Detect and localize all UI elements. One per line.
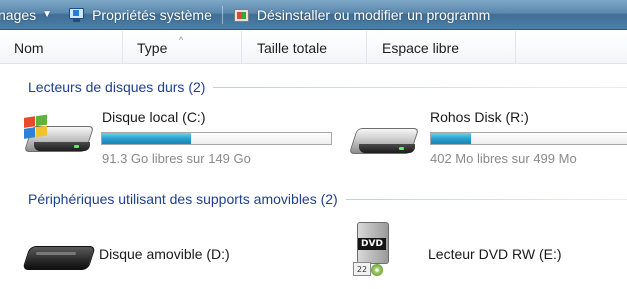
- toolbar-organize-label: nages: [0, 6, 37, 23]
- calendar-badge: 22: [353, 262, 371, 276]
- hard-disk-icon: [348, 118, 423, 162]
- drive-usage-fill-r: [431, 133, 471, 144]
- column-header-total-size[interactable]: Taille totale: [242, 31, 367, 64]
- uninstall-program-label: Désinstaller ou modifier un programm: [256, 6, 491, 23]
- toolbar-separator: [221, 5, 223, 24]
- system-properties-button[interactable]: Propriétés système: [64, 0, 216, 29]
- column-header-name-label: Nom: [14, 39, 44, 56]
- command-toolbar: nages ▼ Propriétés système Désinstaller …: [0, 0, 627, 30]
- group-title-hard-drives: Lecteurs de disques durs (2): [28, 79, 206, 95]
- column-header-total-size-label: Taille totale: [257, 39, 328, 56]
- system-properties-icon: [68, 7, 86, 23]
- drive-name-r: Rohos Disk (R:): [430, 109, 529, 125]
- dvd-badge: DVD: [358, 238, 386, 250]
- drive-tile-e[interactable]: DVD 22 Lecteur DVD RW (E:): [345, 218, 627, 289]
- toolbar-organize-button[interactable]: nages ▼: [0, 0, 64, 29]
- chevron-down-icon: ▼: [42, 9, 53, 20]
- group-header-removable[interactable]: Périphériques utilisant des supports amo…: [28, 189, 627, 209]
- hard-disk-windows-icon: [23, 114, 98, 160]
- uninstall-program-icon: [233, 7, 251, 23]
- uninstall-program-button[interactable]: Désinstaller ou modifier un programm: [229, 0, 494, 29]
- group-title-removable: Périphériques utilisant des supports amo…: [28, 191, 338, 207]
- column-header-free-space[interactable]: Espace libre: [367, 31, 516, 64]
- sort-ascending-icon: ^: [179, 35, 184, 45]
- drive-name-c: Disque local (C:): [102, 109, 206, 125]
- drive-usage-bar-r: [430, 132, 627, 145]
- drive-name-e: Lecteur DVD RW (E:): [428, 246, 562, 262]
- column-header-empty: [516, 31, 627, 64]
- drive-free-text-r: 402 Mo libres sur 499 Mo: [430, 151, 577, 166]
- drive-tile-d[interactable]: Disque amovible (D:): [0, 218, 340, 289]
- group-header-hard-drives[interactable]: Lecteurs de disques durs (2): [28, 77, 627, 97]
- drive-name-d: Disque amovible (D:): [99, 246, 230, 262]
- drive-usage-bar-c: [101, 132, 332, 145]
- system-properties-label: Propriétés système: [92, 6, 212, 23]
- column-header-name[interactable]: Nom: [0, 31, 123, 64]
- removable-disk-icon: [22, 236, 98, 280]
- column-header-type[interactable]: ^ Type: [123, 31, 242, 64]
- group-divider: [213, 86, 627, 88]
- drive-usage-fill-c: [102, 133, 192, 144]
- group-divider: [345, 198, 627, 200]
- drive-tile-r[interactable]: Rohos Disk (R:) 402 Mo libres sur 499 Mo: [345, 100, 627, 176]
- column-header-row: Nom ^ Type Taille totale Espace libre: [0, 31, 627, 64]
- column-header-type-label: Type: [137, 39, 168, 56]
- drive-tile-c[interactable]: Disque local (C:) 91.3 Go libres sur 149…: [0, 100, 340, 176]
- drive-free-text-c: 91.3 Go libres sur 149 Go: [102, 151, 251, 166]
- column-header-free-space-label: Espace libre: [382, 39, 460, 56]
- dvd-drive-icon: DVD 22: [353, 222, 397, 288]
